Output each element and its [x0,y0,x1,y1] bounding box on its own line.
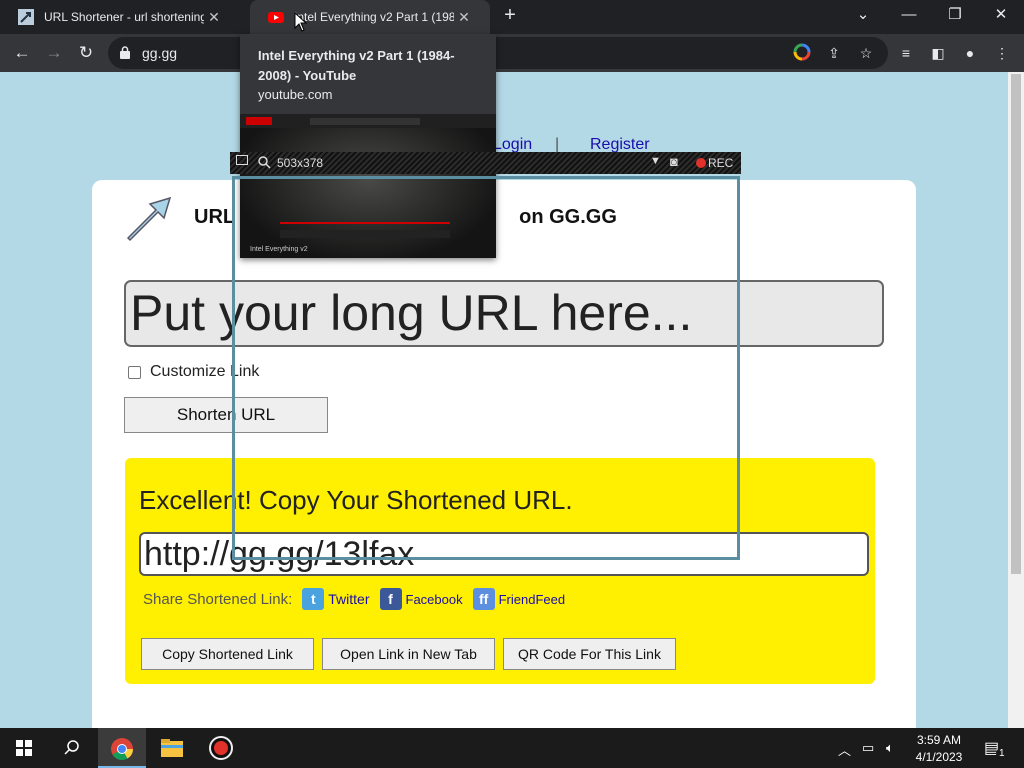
screen-recorder-frame[interactable]: 503x378 ▼ ◙ REC [230,152,741,560]
recorder-app-button[interactable] [197,728,245,768]
notification-count: 1 [996,748,1008,759]
camera-icon[interactable]: ◙ [670,154,678,169]
share-label: Share Shortened Link: [143,590,293,608]
dropdown-icon[interactable]: ▼ [650,155,661,167]
share-icon[interactable]: ⇪ [824,43,844,63]
facebook-icon[interactable]: f [379,588,402,610]
address-text: gg.gg [142,45,178,61]
hover-card-title: Intel Everything v2 Part 1 (1984-2008) -… [258,48,455,83]
bookmark-star-icon[interactable]: ☆ [856,43,876,63]
search-icon [64,740,79,755]
copy-link-button[interactable]: Copy Shortened Link [141,638,314,670]
file-explorer-button[interactable] [148,728,196,768]
arrow-logo-icon [126,196,172,242]
gg-favicon-icon [18,9,34,25]
record-dot-icon [696,158,706,168]
tab-title: URL Shortener - url shortening se [44,10,204,24]
google-icon[interactable] [792,43,812,63]
recorder-dimensions: 503x378 [277,156,324,170]
address-bar[interactable]: gg.gg [108,37,888,69]
network-icon[interactable]: ▭ [862,740,874,756]
tab-close-icon[interactable]: ✕ [204,9,224,26]
tab-youtube[interactable]: Intel Everything v2 Part 1 (1984-2 ✕ [250,0,490,34]
back-button[interactable]: ← [10,41,34,65]
twitter-link[interactable]: Twitter [328,591,369,607]
reload-button[interactable]: ↻ [74,41,98,65]
volume-icon[interactable]: 🔈︎ [886,740,894,756]
folder-icon [161,739,183,757]
reading-list-icon[interactable]: ≡ [896,43,916,63]
clock-time[interactable]: 3:59 AM [916,733,962,747]
side-panel-icon[interactable]: ◧ [928,43,948,63]
hover-card-domain: youtube.com [258,87,333,102]
profile-icon[interactable]: ● [960,43,980,63]
facebook-link[interactable]: Facebook [406,592,463,607]
zoom-icon[interactable] [258,156,271,169]
rec-button[interactable]: REC [708,156,733,170]
forward-button[interactable]: → [42,41,66,65]
search-button[interactable] [48,728,96,768]
minimize-button[interactable]: — [886,0,932,34]
windows-taskbar: ︿ ▭ 🔈︎ 3:59 AM 4/1/2023 ▤ 1 [0,728,1024,768]
menu-icon[interactable]: ⋮ [992,43,1012,63]
recorder-bar[interactable]: 503x378 ▼ ◙ REC [230,152,741,174]
mouse-cursor-icon [294,12,308,32]
capture-region [232,176,740,560]
record-app-icon [209,736,233,760]
scrollbar-thumb[interactable] [1011,74,1021,574]
lock-icon [120,46,130,59]
open-new-tab-button[interactable]: Open Link in New Tab [322,638,495,670]
tab-title: Intel Everything v2 Part 1 (1984-2 [294,10,454,24]
clock-date[interactable]: 4/1/2023 [914,750,964,764]
window-select-icon[interactable] [236,155,248,165]
friendfeed-icon[interactable]: ff [472,588,495,610]
qr-code-button[interactable]: QR Code For This Link [503,638,676,670]
tab-search-chevron-icon[interactable]: ⌄ [840,0,886,34]
windows-icon [16,740,32,756]
browser-toolbar: ← → ↻ gg.gg ⇪ ☆ ≡ ◧ ● ⋮ [0,34,1024,72]
start-button[interactable] [0,728,48,768]
tab-strip: URL Shortener - url shortening se ✕ Inte… [0,0,1024,34]
tab-close-icon[interactable]: ✕ [454,9,474,26]
page-scrollbar[interactable] [1008,72,1024,728]
tab-url-shortener[interactable]: URL Shortener - url shortening se ✕ [0,0,250,34]
customize-checkbox[interactable] [128,365,141,379]
heading-left: URL [194,206,236,228]
youtube-icon [268,12,284,23]
share-row: Share Shortened Link: t Twitter f Facebo… [143,588,565,610]
new-tab-button[interactable]: + [500,4,520,30]
chrome-taskbar-button[interactable] [98,728,146,768]
show-hidden-icons[interactable]: ︿ [838,740,851,759]
twitter-icon[interactable]: t [302,588,325,610]
close-window-button[interactable]: ✕ [978,0,1024,34]
friendfeed-link[interactable]: FriendFeed [499,592,565,607]
chrome-icon [111,738,133,760]
restore-button[interactable]: ❐ [932,0,978,34]
